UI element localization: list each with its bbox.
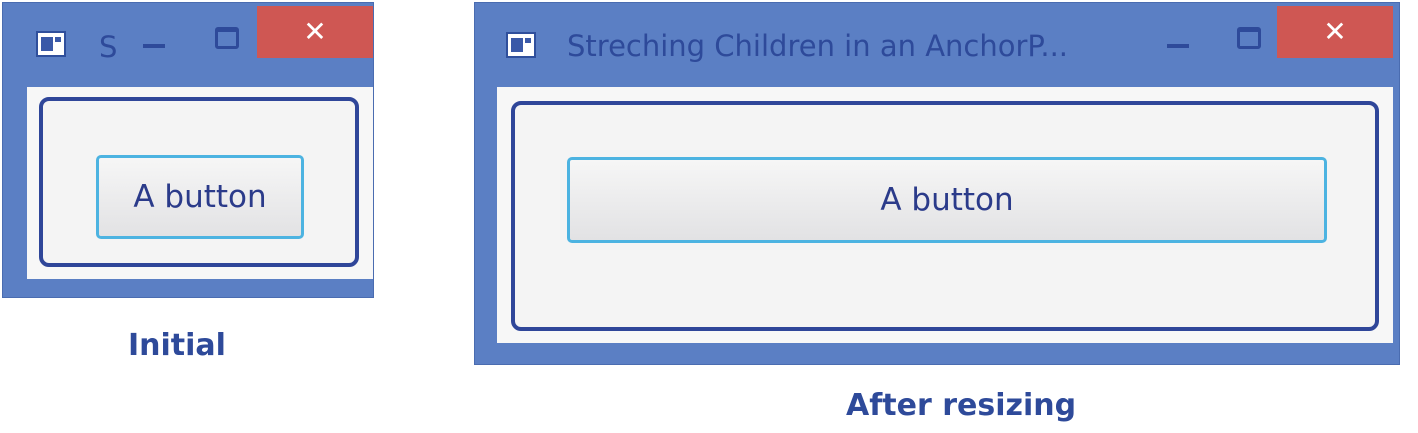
resized-client-area: A button bbox=[497, 87, 1393, 343]
app-window-icon[interactable] bbox=[36, 31, 66, 57]
initial-window-title: S bbox=[99, 30, 118, 64]
maximize-icon[interactable] bbox=[203, 13, 249, 59]
resized-titlebar[interactable]: Streching Children in an AnchorP... ✕ bbox=[475, 3, 1399, 85]
resized-a-button[interactable]: A button bbox=[567, 157, 1327, 243]
initial-client-area: A button bbox=[27, 87, 373, 279]
resized-window-title: Streching Children in an AnchorP... bbox=[567, 29, 1069, 63]
initial-window: S ✕ A button bbox=[2, 2, 374, 298]
minimize-icon[interactable] bbox=[1155, 13, 1201, 59]
maximize-icon[interactable] bbox=[1225, 13, 1271, 59]
close-icon[interactable]: ✕ bbox=[257, 6, 373, 58]
resized-window: Streching Children in an AnchorP... ✕ A … bbox=[474, 2, 1400, 365]
initial-anchor-pane: A button bbox=[39, 97, 359, 267]
minimize-icon[interactable] bbox=[131, 13, 177, 59]
resized-anchor-pane: A button bbox=[511, 101, 1379, 331]
initial-titlebar[interactable]: S ✕ bbox=[3, 3, 373, 85]
close-icon[interactable]: ✕ bbox=[1277, 6, 1393, 58]
initial-caption: Initial bbox=[128, 328, 226, 363]
resized-caption: After resizing bbox=[846, 388, 1077, 423]
app-window-icon[interactable] bbox=[506, 32, 536, 58]
initial-a-button[interactable]: A button bbox=[96, 155, 304, 239]
